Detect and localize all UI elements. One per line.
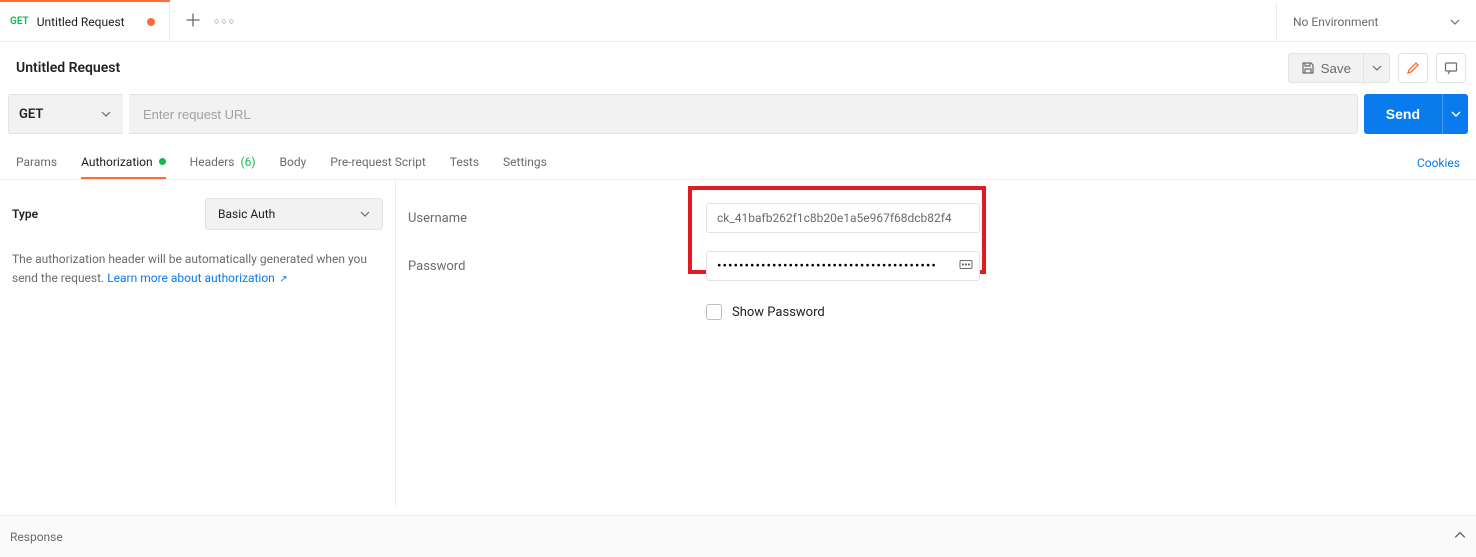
auth-type-value: Basic Auth — [218, 207, 275, 221]
chevron-down-icon — [1450, 17, 1460, 27]
show-password-checkbox[interactable] — [706, 304, 722, 320]
save-icon — [1301, 61, 1315, 75]
request-subtabs: Params Authorization Headers (6) Body Pr… — [0, 146, 1476, 180]
send-button-label: Send — [1386, 106, 1420, 122]
tab-settings[interactable]: Settings — [503, 146, 547, 179]
chevron-down-icon — [1451, 109, 1461, 119]
tab-body-label: Body — [280, 155, 307, 169]
auth-type-select[interactable]: Basic Auth — [205, 198, 383, 230]
tab-title: Untitled Request — [37, 15, 139, 29]
auth-type-label: Type — [12, 207, 38, 221]
url-row: GET Send — [0, 94, 1476, 146]
response-panel-header[interactable]: Response — [0, 515, 1476, 557]
auth-left-pane: Type Basic Auth The authorization header… — [0, 180, 396, 506]
new-tab-button[interactable] — [186, 13, 200, 31]
chevron-up-icon — [1454, 529, 1466, 545]
auth-help-text: The authorization header will be automat… — [12, 250, 383, 288]
tab-settings-label: Settings — [503, 155, 547, 169]
tab-prerequest-label: Pre-request Script — [330, 155, 425, 169]
external-link-icon: ↗ — [277, 274, 288, 285]
show-password-label: Show Password — [732, 305, 825, 320]
request-url-input[interactable] — [129, 94, 1358, 134]
environment-label: No Environment — [1293, 15, 1378, 29]
save-button-label: Save — [1321, 61, 1351, 76]
tab-params-label: Params — [16, 155, 57, 169]
send-button[interactable]: Send — [1364, 94, 1442, 134]
unsaved-dot-icon — [147, 18, 155, 26]
chevron-down-icon — [1372, 63, 1382, 73]
http-method-select[interactable]: GET — [8, 94, 123, 134]
tab-authorization-label: Authorization — [81, 155, 153, 169]
learn-more-link[interactable]: Learn more about authorization ↗ — [107, 271, 287, 285]
tab-headers-label: Headers — [190, 155, 235, 169]
pencil-icon — [1406, 61, 1420, 75]
save-dropdown-button[interactable] — [1364, 53, 1390, 83]
send-dropdown-button[interactable] — [1442, 94, 1468, 134]
environment-selector[interactable]: No Environment — [1276, 2, 1476, 41]
tab-method-badge: GET — [10, 16, 29, 27]
tab-headers[interactable]: Headers (6) — [190, 146, 256, 179]
password-input[interactable] — [706, 251, 980, 281]
auth-panel: Type Basic Auth The authorization header… — [0, 180, 1476, 506]
username-input[interactable] — [706, 203, 980, 233]
plus-icon — [186, 13, 200, 27]
username-label: Username — [408, 211, 706, 226]
request-tab[interactable]: GET Untitled Request — [0, 2, 170, 41]
tab-tests-label: Tests — [450, 155, 479, 169]
tab-body[interactable]: Body — [280, 146, 307, 179]
http-method-value: GET — [19, 107, 43, 122]
response-label: Response — [10, 530, 63, 544]
auth-active-dot-icon — [159, 158, 166, 165]
tab-params[interactable]: Params — [16, 146, 57, 179]
tab-bar: GET Untitled Request ○○○ No Environment — [0, 2, 1476, 42]
tab-tests[interactable]: Tests — [450, 146, 479, 179]
tab-prerequest[interactable]: Pre-request Script — [330, 146, 425, 179]
cookies-link-label: Cookies — [1417, 156, 1460, 170]
request-title-row: Untitled Request Save — [0, 42, 1476, 94]
tab-authorization[interactable]: Authorization — [81, 146, 166, 179]
comment-icon — [1444, 61, 1458, 75]
chevron-down-icon — [101, 109, 111, 119]
request-name: Untitled Request — [16, 60, 120, 76]
chevron-down-icon — [360, 209, 370, 219]
cookies-link[interactable]: Cookies — [1417, 156, 1460, 170]
comments-button[interactable] — [1436, 53, 1466, 83]
save-button[interactable]: Save — [1288, 53, 1364, 83]
edit-button[interactable] — [1398, 53, 1428, 83]
password-label: Password — [408, 259, 706, 274]
auth-right-pane: Username Password Show Password — [396, 180, 1476, 506]
learn-more-label: Learn more about authorization — [107, 271, 275, 285]
tab-overflow-button[interactable]: ○○○ — [214, 16, 236, 27]
headers-count: (6) — [241, 155, 256, 169]
